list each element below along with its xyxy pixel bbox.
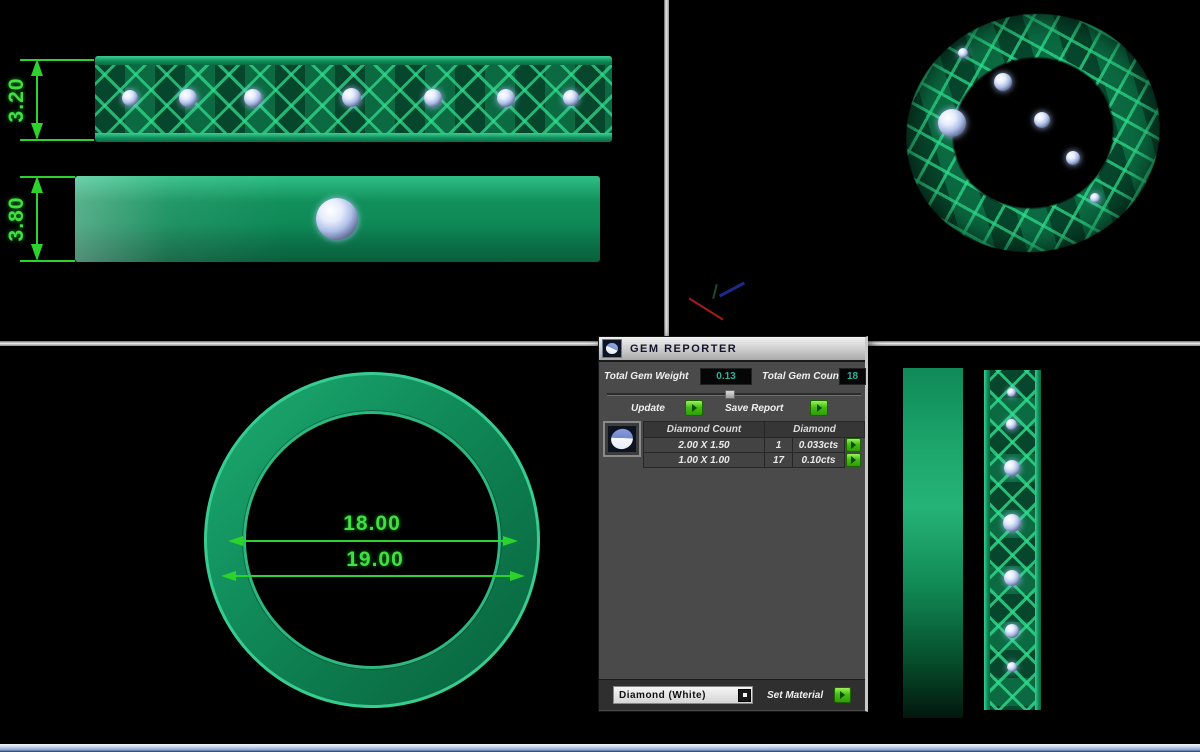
arrow-left-icon: [221, 571, 236, 581]
diamond-gem: [1004, 460, 1020, 476]
gem-icon: [608, 426, 635, 452]
diamond-gem: [497, 89, 515, 107]
arrow-down-icon: [31, 123, 43, 140]
arrow-up-icon: [31, 59, 43, 76]
plain-band-side-view: [75, 176, 600, 262]
gem-reporter-icon: [602, 339, 622, 358]
viewport-divider-vertical[interactable]: [664, 0, 669, 343]
diamond-gem: [342, 88, 361, 107]
diamond-gem: [122, 90, 138, 106]
total-gem-count-label: Total Gem Count: [762, 371, 842, 382]
ornate-band-side-view: [95, 56, 612, 142]
diamond-gem: [958, 48, 968, 58]
diamond-gem: [1034, 112, 1050, 128]
viewport-perspective[interactable]: [669, 0, 1200, 341]
row-size[interactable]: 1.00 X 1.00: [643, 452, 765, 468]
row-select-button[interactable]: [846, 453, 861, 467]
dimension-line: [234, 575, 512, 577]
viewport-elevation[interactable]: [880, 346, 1200, 744]
diamond-gem: [1090, 193, 1100, 203]
panel-titlebar[interactable]: GEM REPORTER: [599, 337, 865, 362]
arrow-up-icon: [31, 176, 43, 193]
diamond-gem: [1066, 151, 1080, 165]
diamond-gem: [1003, 514, 1021, 532]
window-bottom-edge: [0, 744, 1200, 752]
band-edge: [95, 56, 612, 65]
diamond-gem: [179, 89, 197, 107]
ornate-band-elevation: [984, 370, 1041, 710]
dropdown-arrow-icon[interactable]: [738, 689, 751, 702]
diamond-gem: [244, 89, 262, 107]
center-diamond-gem: [316, 198, 358, 240]
row-count[interactable]: 1: [764, 437, 793, 453]
diamond-gem: [424, 89, 442, 107]
update-button[interactable]: [685, 400, 703, 416]
dimension-band-height: 3.20: [5, 68, 29, 132]
total-gem-count-value: 18: [839, 368, 866, 385]
go-icon: [851, 441, 856, 449]
band-edge: [1035, 370, 1041, 710]
total-gem-weight-value: 0.13: [700, 368, 752, 385]
row-weight[interactable]: 0.033cts: [792, 437, 845, 453]
extension-line: [20, 176, 75, 178]
arrow-left-icon: [228, 536, 243, 546]
axis-z-blue: [719, 282, 745, 298]
material-dropdown[interactable]: Diamond (White): [613, 686, 753, 704]
dimension-shank-height: 3.80: [5, 187, 29, 251]
set-material-button[interactable]: [834, 687, 851, 703]
go-icon: [851, 456, 856, 464]
diamond-gem: [1005, 624, 1019, 638]
column-header-diamond-count[interactable]: Diamond Count: [643, 421, 765, 438]
column-header-diamond[interactable]: Diamond: [764, 421, 865, 438]
diamond-gem: [1007, 388, 1016, 397]
arrow-right-icon: [503, 536, 518, 546]
save-report-label: Save Report: [725, 403, 783, 414]
dimension-outer-diameter: 19.00: [330, 548, 420, 572]
go-icon: [817, 404, 822, 412]
material-bar: Diamond (White) Set Material: [599, 679, 865, 710]
panel-slider-handle[interactable]: [725, 390, 735, 399]
gem-type-button[interactable]: [603, 421, 641, 457]
total-gem-weight-label: Total Gem Weight: [604, 371, 688, 382]
axis-gizmo: [684, 270, 754, 330]
material-dropdown-value: Diamond (White): [619, 690, 738, 701]
save-report-button[interactable]: [810, 400, 828, 416]
center-diamond-gem: [938, 109, 966, 137]
extension-line: [20, 260, 75, 262]
band-edge: [95, 133, 612, 142]
band-edge: [984, 370, 990, 710]
dropdown-dot: [743, 693, 747, 697]
row-size[interactable]: 2.00 X 1.50: [643, 437, 765, 453]
diamond-gem: [1007, 662, 1017, 672]
diamond-gem: [1004, 570, 1020, 586]
diamond-gem: [1006, 419, 1017, 430]
set-material-label: Set Material: [767, 690, 823, 701]
diamond-gem: [994, 73, 1012, 91]
viewport-side-view[interactable]: 3.20 3.80: [0, 0, 664, 341]
arrow-down-icon: [31, 244, 43, 261]
panel-title: GEM REPORTER: [630, 343, 737, 355]
gem-thumbnail: [608, 426, 636, 452]
row-select-button[interactable]: [846, 438, 861, 452]
gem-reporter-panel: GEM REPORTER Total Gem Weight 0.13 Total…: [598, 336, 868, 712]
update-label: Update: [631, 403, 665, 414]
row-count[interactable]: 17: [764, 452, 793, 468]
app-window: 3.20 3.80: [0, 0, 1200, 752]
arrow-right-icon: [510, 571, 525, 581]
row-weight[interactable]: 0.10cts: [792, 452, 845, 468]
go-icon: [692, 404, 697, 412]
dimension-line: [241, 540, 505, 542]
axis-x-red: [689, 298, 724, 321]
diamond-gem: [563, 90, 579, 106]
axis-y-green: [712, 284, 718, 299]
gem-icon: [606, 343, 618, 354]
dimension-inner-diameter: 18.00: [327, 512, 417, 536]
plain-band-elevation: [903, 368, 963, 718]
go-icon: [840, 691, 845, 699]
